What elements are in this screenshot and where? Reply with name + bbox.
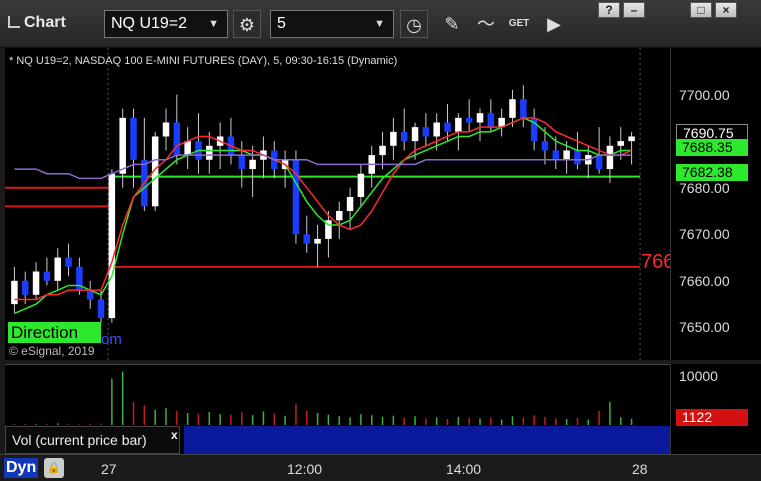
copyright-text: © eSignal, 2019 <box>9 344 95 358</box>
chart-toolbar: Chart NQ U19=2 ▼ ⚙ 5 ▼ ◷ ✎ 〜 GET ▶ ? – □ × <box>0 0 761 48</box>
candle-body <box>303 234 311 244</box>
candle-body <box>509 99 516 118</box>
candle-body <box>206 145 213 160</box>
interval-input[interactable]: 5 ▼ <box>270 10 394 38</box>
volume-study-label[interactable]: Vol (current price bar) <box>5 426 180 454</box>
chevron-down-icon[interactable]: ▼ <box>208 11 219 37</box>
candle-body <box>97 299 105 319</box>
volume-study-bar <box>184 426 670 454</box>
study-icon[interactable]: 〜 <box>472 10 500 38</box>
candle-body <box>357 173 365 198</box>
candle-body <box>628 136 635 142</box>
close-button[interactable]: × <box>715 2 737 18</box>
price-axis-tick: 7670.00 <box>679 226 730 243</box>
price-axis-tick: 7700.00 <box>679 86 730 103</box>
candle-body <box>552 150 560 160</box>
play-icon[interactable]: ▶ <box>540 10 568 38</box>
pencil-icon[interactable]: ✎ <box>438 10 466 38</box>
chart-icon <box>8 16 20 28</box>
candle-body <box>32 271 40 295</box>
candle-body <box>173 122 181 156</box>
candle-body <box>346 197 354 211</box>
indicator-line <box>14 117 632 315</box>
candle-body <box>162 122 170 137</box>
candle-body <box>43 271 51 281</box>
direction-label: Direction <box>8 322 101 343</box>
red-level-label: 766 <box>641 251 670 273</box>
lock-icon[interactable]: 🔒 <box>44 458 64 478</box>
chart-description: * NQ U19=2, NASDAQ 100 E-MINI FUTURES (D… <box>9 55 398 67</box>
symbol-input[interactable]: NQ U19=2 ▼ <box>104 10 228 38</box>
price-chart-svg[interactable] <box>5 48 670 360</box>
clock-icon[interactable]: ◷ <box>400 10 428 38</box>
window-title-text: Chart <box>24 14 66 31</box>
symbol-value: NQ U19=2 <box>111 15 188 32</box>
candle-body <box>390 131 397 146</box>
interval-value: 5 <box>277 15 286 32</box>
candle-body <box>54 257 61 281</box>
help-button[interactable]: ? <box>598 2 620 18</box>
candle-body <box>65 257 72 267</box>
candle-body <box>487 113 495 128</box>
candle-body <box>433 122 440 137</box>
minimize-button[interactable]: – <box>623 2 645 18</box>
ma-fast-badge: 7688.35 <box>676 139 748 156</box>
candle-body <box>119 117 126 174</box>
candle-body <box>130 117 137 160</box>
candle-body <box>379 145 386 156</box>
candle-body <box>108 173 116 319</box>
candle-body <box>574 150 581 165</box>
candle-body <box>400 131 408 142</box>
dynamic-mode-label[interactable]: Dyn <box>4 458 39 478</box>
candle-body <box>455 117 462 132</box>
indicator-line <box>14 154 632 180</box>
candle-body <box>238 155 246 170</box>
time-label: 14:00 <box>446 461 482 477</box>
current-volume-badge: 1122 <box>676 409 748 426</box>
support-level-badge: 7682.38 <box>676 164 748 181</box>
price-axis[interactable]: 7700.007690.007680.007670.007660.007650.… <box>670 48 761 360</box>
time-axis[interactable]: Dyn 🔒 27 12:00 14:00 28 <box>0 454 761 481</box>
price-axis-tick: 7680.00 <box>679 179 730 196</box>
candle-body <box>21 280 29 295</box>
candle-body <box>606 145 614 170</box>
time-label: 27 <box>101 461 117 477</box>
settings-icon[interactable]: ⚙ <box>233 10 261 38</box>
maximize-button[interactable]: □ <box>690 2 712 18</box>
candle-body <box>595 155 603 170</box>
close-icon[interactable]: x <box>171 428 178 442</box>
window-title: Chart <box>8 14 66 32</box>
price-chart-panel[interactable]: * NQ U19=2, NASDAQ 100 E-MINI FUTURES (D… <box>5 48 670 360</box>
time-label: 28 <box>632 461 648 477</box>
indicator-line <box>14 117 632 301</box>
get-icon[interactable]: GET <box>505 10 533 38</box>
candle-body <box>411 127 419 142</box>
candle-body <box>520 99 527 118</box>
candle-body <box>335 210 343 221</box>
candle-body <box>184 141 191 156</box>
price-axis-tick: 7650.00 <box>679 319 730 336</box>
candle-body <box>444 122 451 132</box>
chevron-down-icon[interactable]: ▼ <box>374 11 385 37</box>
candle-body <box>541 141 549 151</box>
candle-body <box>249 159 256 170</box>
candle-body <box>476 113 484 123</box>
price-axis-tick: 7660.00 <box>679 272 730 289</box>
candle-body <box>465 117 473 123</box>
candle-body <box>617 141 625 146</box>
volume-axis-tick: 10000 <box>679 368 718 384</box>
time-label: 12:00 <box>287 461 323 477</box>
candle-body <box>314 238 321 244</box>
direction-url-fragment: om <box>101 331 122 348</box>
candle-body <box>563 150 570 160</box>
candle-body <box>422 127 430 137</box>
candle-body <box>11 280 18 305</box>
